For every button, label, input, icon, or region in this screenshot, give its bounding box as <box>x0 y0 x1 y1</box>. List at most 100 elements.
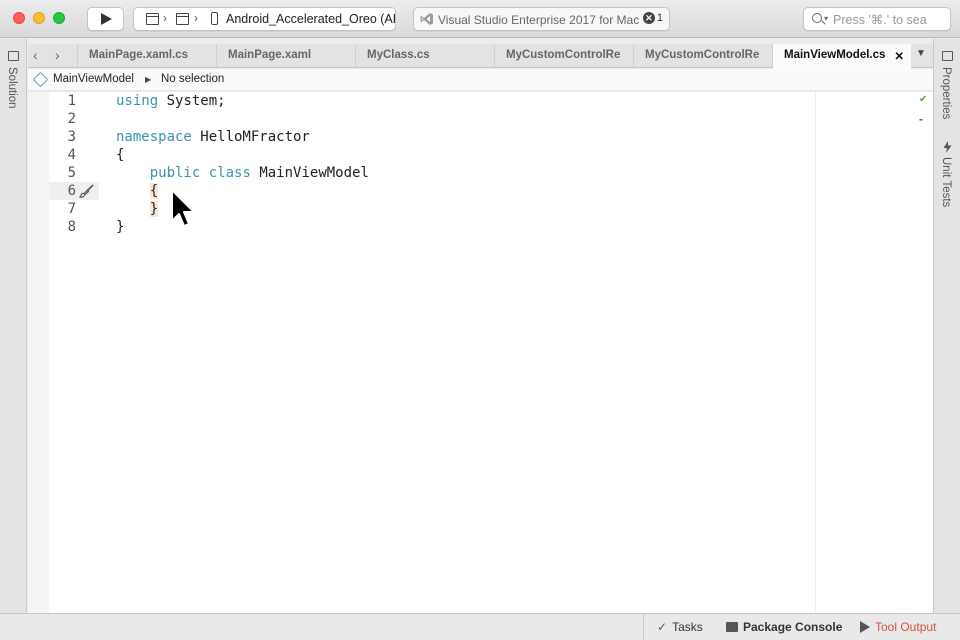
code-rest: System; <box>158 93 226 109</box>
tab-label: MainPage.xaml.cs <box>89 49 189 61</box>
collapse-marker-icon: - <box>919 112 923 126</box>
code-line: 3 namespace HelloMFractor <box>28 128 898 146</box>
tab-mycustomcontrol-1[interactable]: MyCustomControlRe <box>494 44 633 68</box>
search-placeholder: Press '⌘.' to sea <box>833 13 927 27</box>
keyword: namespace <box>116 129 192 145</box>
chevron-right-icon[interactable]: › <box>55 47 60 63</box>
code-text: } <box>116 219 125 235</box>
error-icon: ✕ <box>642 12 655 24</box>
code-line-current: 6 { <box>28 182 898 200</box>
configuration-window-icon <box>176 13 189 25</box>
error-badge[interactable]: ✕ 1 <box>642 12 663 24</box>
package-console-label: Package Console <box>743 620 843 634</box>
toolbar: › › Android_Accelerated_Oreo (API Visual… <box>0 0 960 38</box>
tab-myclass-cs[interactable]: MyClass.cs <box>355 44 494 68</box>
code-editor[interactable]: 1 using System; 2 3 namespace HelloMFrac… <box>28 92 933 613</box>
class-name: MainViewModel <box>259 165 369 181</box>
play-icon <box>860 621 870 633</box>
code-text: } <box>116 200 159 218</box>
console-icon <box>726 622 738 632</box>
breadcrumb-separator-icon: ▶ <box>145 75 152 84</box>
tab-label: MyCustomControlRe <box>645 49 760 61</box>
code-text: namespace HelloMFractor <box>116 128 310 146</box>
chevron-down-icon: ▾ <box>824 14 829 23</box>
tab-label: MainPage.xaml <box>228 49 312 61</box>
code-line: 2 <box>28 110 898 128</box>
tab-label: MyClass.cs <box>367 49 430 61</box>
code-line: 1 using System; <box>28 92 898 110</box>
divider <box>643 614 644 640</box>
phone-icon <box>211 12 218 25</box>
code-text: { <box>116 182 159 200</box>
close-window-button[interactable] <box>13 12 25 24</box>
line-number: 7 <box>67 201 76 217</box>
tasks-pad-button[interactable]: ✓ Tasks <box>657 620 703 634</box>
visual-studio-icon <box>420 13 433 25</box>
search-icon <box>812 13 822 23</box>
document-tab-bar: ‹ › MainPage.xaml.cs MainPage.xaml MyCla… <box>28 44 933 69</box>
code-line: 4 { <box>28 146 898 164</box>
matched-brace: } <box>149 201 159 217</box>
code-text: { <box>116 147 125 163</box>
keyword-public: public <box>149 165 201 181</box>
solution-pad-icon[interactable] <box>8 51 19 61</box>
unit-tests-pad-tab[interactable]: Unit Tests <box>940 157 952 207</box>
solution-pad-tab[interactable]: Solution <box>6 67 18 109</box>
line-number: 8 <box>67 219 76 235</box>
code-text: using System; <box>116 92 226 110</box>
chevron-left-icon[interactable]: ‹ <box>33 47 38 63</box>
tab-list-dropdown-icon[interactable]: ▼ <box>916 48 926 59</box>
lightning-icon <box>943 141 952 153</box>
left-pad-bar: Solution <box>0 39 27 613</box>
line-number: 4 <box>67 147 76 163</box>
line-number: 2 <box>67 111 76 127</box>
keyword: using <box>116 93 159 109</box>
tool-output-label: Tool Output <box>875 620 937 634</box>
tab-mainpage-xaml[interactable]: MainPage.xaml <box>216 44 355 68</box>
line-number: 1 <box>67 93 76 109</box>
checkmark-icon: ✓ <box>657 620 668 634</box>
quick-fix-brush-icon[interactable] <box>79 184 95 198</box>
package-console-button[interactable]: Package Console <box>726 620 842 634</box>
breadcrumb-member[interactable]: No selection <box>161 73 224 85</box>
tab-mainpage-xaml-cs[interactable]: MainPage.xaml.cs <box>77 44 216 68</box>
breadcrumb: MainViewModel ▶ No selection <box>28 69 933 91</box>
keyword-class: class <box>208 165 251 181</box>
tab-mycustomcontrol-2[interactable]: MyCustomControlRe <box>633 44 772 68</box>
play-icon <box>101 13 112 25</box>
chevron-right-icon: › <box>163 11 167 25</box>
device-label: Android_Accelerated_Oreo (API <box>226 12 396 26</box>
line-number: 3 <box>67 129 76 145</box>
error-count: 1 <box>656 12 663 24</box>
minimize-window-button[interactable] <box>33 12 45 24</box>
zoom-window-button[interactable] <box>53 12 65 24</box>
tool-output-button[interactable]: Tool Output <box>860 620 936 634</box>
close-icon[interactable]: ✕ <box>894 49 904 63</box>
bottom-pad-bar: ✓ Tasks Package Console Tool Output <box>0 613 960 640</box>
matched-brace: { <box>149 183 159 199</box>
run-button[interactable] <box>87 7 124 31</box>
right-pad-bar: Properties Unit Tests <box>933 39 960 613</box>
tab-mainviewmodel-cs[interactable]: MainViewModel.cs ✕ <box>772 44 911 69</box>
search-field[interactable]: ▾ Press '⌘.' to sea <box>803 7 951 31</box>
code-line: 5 public class MainViewModel <box>28 164 898 182</box>
chevron-right-icon: › <box>194 11 198 25</box>
breadcrumb-class[interactable]: MainViewModel <box>53 73 134 85</box>
line-number: 5 <box>67 165 76 181</box>
code-line: 7 } <box>28 200 898 218</box>
class-icon <box>32 71 49 88</box>
mouse-pointer-icon <box>171 189 195 227</box>
tab-label: MyCustomControlRe <box>506 49 621 61</box>
status-bar: Visual Studio Enterprise 2017 for Mac ✕ … <box>413 7 670 31</box>
code-rest: HelloMFractor <box>191 129 310 145</box>
no-errors-check-icon: ✔ <box>919 94 928 105</box>
tab-label: MainViewModel.cs <box>784 49 886 61</box>
solution-window-icon <box>146 13 159 25</box>
code-text: public class MainViewModel <box>116 164 369 182</box>
properties-pad-icon[interactable] <box>942 51 953 61</box>
run-configuration-selector[interactable]: › › Android_Accelerated_Oreo (API <box>133 7 396 31</box>
properties-pad-tab[interactable]: Properties <box>940 67 952 119</box>
tasks-label: Tasks <box>672 620 703 634</box>
status-text: Visual Studio Enterprise 2017 for Mac <box>438 13 640 27</box>
line-number: 6 <box>67 183 76 199</box>
